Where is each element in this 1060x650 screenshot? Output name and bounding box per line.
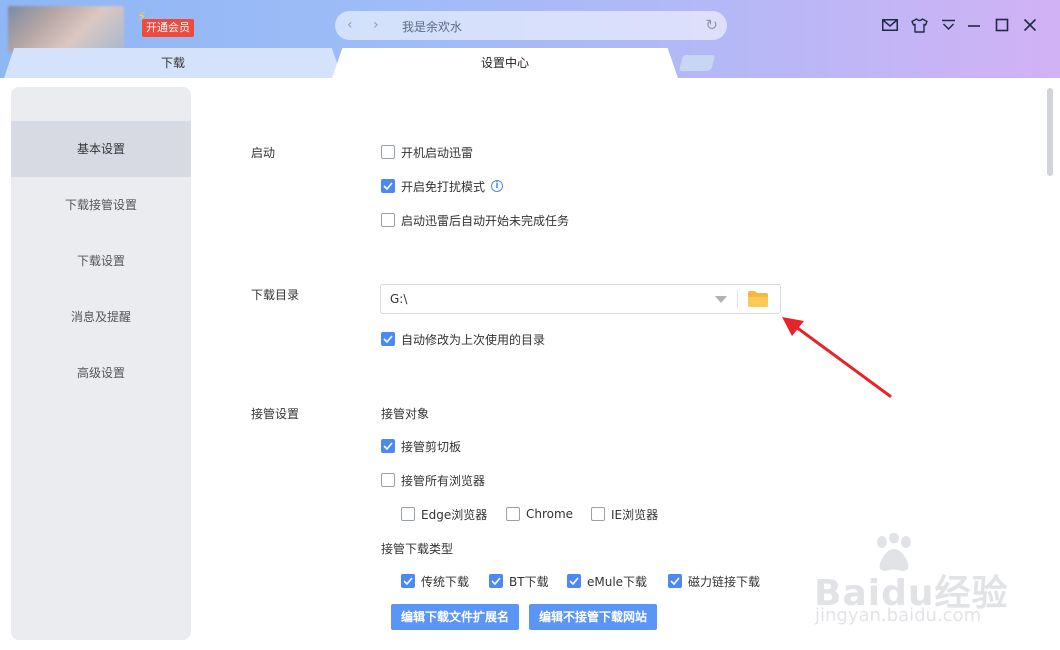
takeover-objects-label: 接管对象	[381, 407, 430, 421]
download-dir-value: G:\	[390, 292, 408, 306]
checkbox[interactable]	[668, 574, 682, 588]
watermark-url: jingyan.baidu.com	[815, 605, 982, 626]
section-label-takeover: 接管设置	[251, 407, 300, 421]
info-icon[interactable]: i	[491, 180, 504, 192]
checkbox-label: 磁力链接下载	[688, 574, 761, 589]
checkbox[interactable]	[489, 574, 503, 588]
checkbox-label: eMule下载	[587, 574, 648, 589]
checkbox-label: 开机启动迅雷	[401, 145, 474, 160]
sidebar-item-download[interactable]: 下载设置	[11, 233, 191, 289]
maximize-icon[interactable]	[991, 14, 1013, 36]
minimize-icon[interactable]	[963, 14, 985, 36]
option-takeover-clipboard[interactable]: 接管剪切板	[381, 438, 461, 454]
settings-sidebar: 基本设置 下载接管设置 下载设置 消息及提醒 高级设置	[11, 87, 191, 640]
mail-icon[interactable]	[879, 14, 901, 36]
close-icon[interactable]	[1019, 14, 1041, 36]
baidu-watermark: Baidu经验 jingyan.baidu.com	[812, 533, 1052, 626]
section-label-startup: 启动	[251, 146, 276, 160]
option-browser-chrome[interactable]: Chrome	[506, 506, 573, 522]
menu-icon[interactable]	[937, 14, 959, 36]
checkbox-label: 开启免打扰模式	[401, 179, 486, 194]
checkbox-label: 接管剪切板	[401, 439, 462, 454]
option-auto-launch[interactable]: 开机启动迅雷	[381, 144, 473, 160]
checkbox-label: 传统下载	[421, 574, 470, 589]
takeover-types-label: 接管下载类型	[381, 542, 454, 556]
checkbox-label: 启动迅雷后自动开始未完成任务	[401, 213, 570, 228]
checkbox-label: IE浏览器	[611, 507, 659, 522]
checkbox-label: Edge浏览器	[421, 507, 488, 522]
annotation-arrow	[782, 317, 892, 398]
scrollbar-thumb[interactable]	[1047, 88, 1053, 176]
address-text[interactable]: 我是余欢水	[402, 18, 462, 35]
sidebar-item-notifications[interactable]: 消息及提醒	[11, 289, 191, 345]
checkbox-label: Chrome	[526, 507, 574, 521]
checkbox[interactable]	[381, 439, 395, 453]
checkbox[interactable]	[381, 473, 395, 487]
back-icon[interactable]: ‹	[347, 16, 353, 34]
checkbox[interactable]	[381, 145, 395, 159]
download-dir-select[interactable]: G:\	[380, 284, 781, 314]
checkbox[interactable]	[506, 507, 520, 521]
edit-extensions-button[interactable]: 编辑下载文件扩展名	[391, 604, 520, 630]
sidebar-item-basic[interactable]: 基本设置	[11, 121, 191, 177]
option-browser-ie[interactable]: IE浏览器	[591, 506, 658, 522]
edit-excluded-sites-button[interactable]: 编辑不接管下载网站	[529, 604, 658, 630]
option-browser-edge[interactable]: Edge浏览器	[401, 506, 487, 522]
option-type-http[interactable]: 传统下载	[401, 573, 469, 589]
option-do-not-disturb[interactable]: 开启免打扰模式 i	[381, 178, 504, 194]
option-type-bt[interactable]: BT下载	[489, 573, 549, 589]
checkbox[interactable]	[567, 574, 581, 588]
forward-icon[interactable]: ›	[373, 16, 379, 34]
tab-settings-center[interactable]: 设置中心	[332, 48, 678, 78]
user-avatar[interactable]	[8, 6, 124, 52]
checkbox[interactable]	[381, 213, 395, 227]
tab-download[interactable]: 下载	[4, 48, 342, 78]
sidebar-item-advanced[interactable]: 高级设置	[11, 345, 191, 401]
checkbox[interactable]	[401, 507, 415, 521]
option-takeover-all-browsers[interactable]: 接管所有浏览器	[381, 472, 485, 488]
checkbox[interactable]	[381, 332, 395, 346]
vip-button[interactable]: 开通会员	[142, 19, 194, 37]
option-auto-change-dir[interactable]: 自动修改为上次使用的目录	[381, 331, 545, 347]
sidebar-item-takeover[interactable]: 下载接管设置	[11, 177, 191, 233]
checkbox[interactable]	[381, 179, 395, 193]
divider	[737, 290, 738, 309]
checkbox-label: 自动修改为上次使用的目录	[401, 332, 546, 347]
settings-page: 基本设置 下载接管设置 下载设置 消息及提醒 高级设置 启动 开机启动迅雷 开启…	[0, 78, 1060, 650]
checkbox-label: 接管所有浏览器	[401, 473, 486, 488]
tshirt-icon[interactable]	[908, 14, 930, 36]
new-tab-button[interactable]	[678, 55, 716, 71]
checkbox[interactable]	[401, 574, 415, 588]
section-label-download-dir: 下载目录	[251, 288, 300, 302]
folder-icon[interactable]	[747, 290, 769, 308]
chevron-down-icon[interactable]	[715, 296, 727, 303]
address-bar[interactable]: ‹ › 我是余欢水 ↻	[335, 11, 727, 40]
checkbox-label: BT下载	[509, 574, 549, 589]
refresh-icon[interactable]: ↻	[705, 16, 718, 34]
option-auto-resume[interactable]: 启动迅雷后自动开始未完成任务	[381, 212, 569, 228]
option-type-magnet[interactable]: 磁力链接下载	[668, 573, 760, 589]
checkbox[interactable]	[591, 507, 605, 521]
option-type-emule[interactable]: eMule下载	[567, 573, 647, 589]
title-bar: ⚡ 开通会员 ‹ › 我是余欢水 ↻ 下载 设置中心	[0, 0, 1060, 78]
